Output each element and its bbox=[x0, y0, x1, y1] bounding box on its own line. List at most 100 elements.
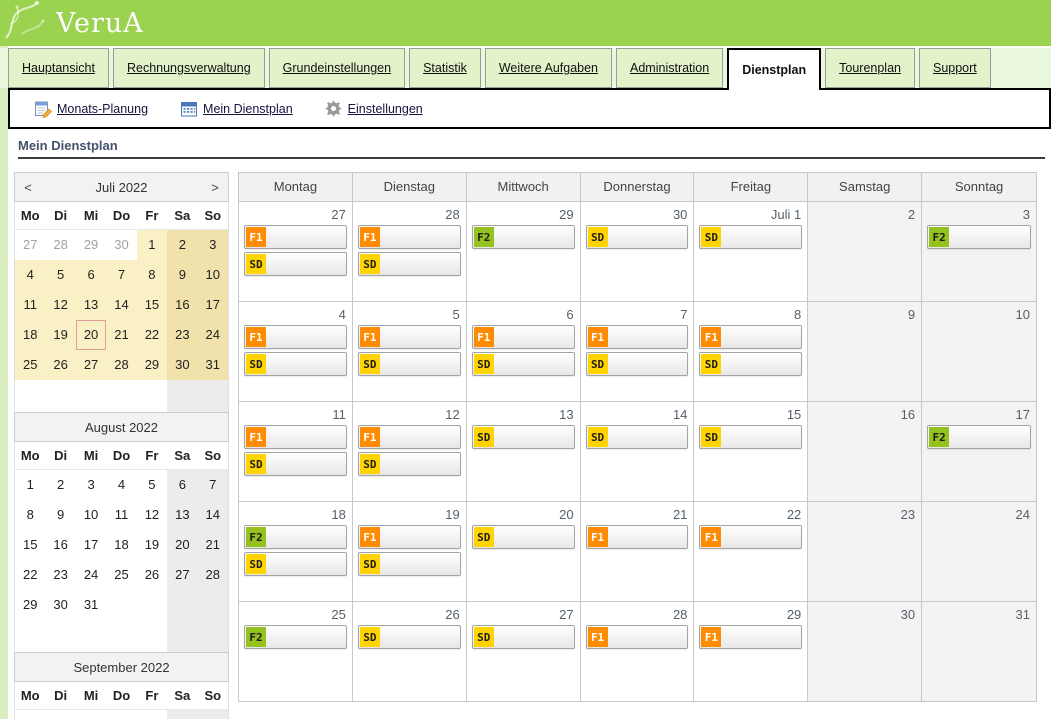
shift-bar-sd[interactable]: SD bbox=[358, 452, 461, 476]
mini-day[interactable]: 18 bbox=[106, 530, 136, 560]
mini-day[interactable]: 1 bbox=[106, 710, 136, 719]
toolbar-link-mein-dienstplan[interactable]: Mein Dienstplan bbox=[180, 100, 293, 118]
toolbar-link-einstellungen[interactable]: Einstellungen bbox=[325, 100, 423, 118]
mini-day[interactable]: 12 bbox=[45, 290, 75, 320]
tab-rechnungsverwaltung[interactable]: Rechnungsverwaltung bbox=[113, 48, 265, 88]
tab-tourenplan[interactable]: Tourenplan bbox=[825, 48, 915, 88]
mini-day[interactable]: 10 bbox=[76, 500, 106, 530]
shift-bar-f1[interactable]: F1 bbox=[358, 225, 461, 249]
mini-day[interactable]: 29 bbox=[76, 230, 106, 260]
mini-day[interactable]: 20 bbox=[76, 320, 106, 350]
tab-grundeinstellungen[interactable]: Grundeinstellungen bbox=[269, 48, 405, 88]
mini-day[interactable]: 13 bbox=[76, 290, 106, 320]
shift-bar-sd[interactable]: SD bbox=[699, 225, 802, 249]
mini-day[interactable]: 4 bbox=[15, 260, 45, 290]
mini-day[interactable]: 27 bbox=[76, 350, 106, 380]
tab-statistik[interactable]: Statistik bbox=[409, 48, 481, 88]
mini-day[interactable]: 29 bbox=[15, 590, 45, 620]
mini-day[interactable]: 28 bbox=[198, 560, 228, 590]
mini-day[interactable]: 5 bbox=[45, 260, 75, 290]
shift-bar-sd[interactable]: SD bbox=[244, 452, 347, 476]
shift-bar-sd[interactable]: SD bbox=[472, 625, 575, 649]
mini-day[interactable]: 15 bbox=[137, 290, 167, 320]
mini-day[interactable]: 4 bbox=[198, 710, 228, 719]
shift-bar-sd[interactable]: SD bbox=[586, 225, 689, 249]
shift-bar-f1[interactable]: F1 bbox=[244, 425, 347, 449]
mini-day[interactable]: 3 bbox=[167, 710, 197, 719]
tab-weitere-aufgaben[interactable]: Weitere Aufgaben bbox=[485, 48, 612, 88]
mini-day[interactable]: 31 bbox=[198, 350, 228, 380]
shift-bar-sd[interactable]: SD bbox=[586, 425, 689, 449]
mini-day[interactable]: 1 bbox=[15, 470, 45, 500]
toolbar-link-monats-planung[interactable]: Monats-Planung bbox=[34, 100, 148, 118]
prev-month-arrow[interactable]: < bbox=[15, 180, 41, 195]
tab-administration[interactable]: Administration bbox=[616, 48, 723, 88]
mini-day[interactable]: 3 bbox=[76, 470, 106, 500]
mini-day[interactable]: 11 bbox=[106, 500, 136, 530]
shift-bar-f1[interactable]: F1 bbox=[358, 425, 461, 449]
mini-day[interactable]: 1 bbox=[137, 230, 167, 260]
mini-day[interactable]: 31 bbox=[76, 590, 106, 620]
mini-day[interactable]: 25 bbox=[15, 350, 45, 380]
mini-day[interactable]: 23 bbox=[167, 320, 197, 350]
shift-bar-f1[interactable]: F1 bbox=[699, 625, 802, 649]
shift-bar-f1[interactable]: F1 bbox=[358, 325, 461, 349]
shift-bar-f1[interactable]: F1 bbox=[699, 525, 802, 549]
mini-day[interactable]: 14 bbox=[106, 290, 136, 320]
mini-day[interactable]: 28 bbox=[45, 230, 75, 260]
mini-day[interactable]: 10 bbox=[198, 260, 228, 290]
mini-day[interactable]: 26 bbox=[45, 350, 75, 380]
shift-bar-f1[interactable]: F1 bbox=[244, 225, 347, 249]
shift-bar-sd[interactable]: SD bbox=[472, 352, 575, 376]
mini-day[interactable]: 17 bbox=[198, 290, 228, 320]
mini-day[interactable]: 8 bbox=[15, 500, 45, 530]
shift-bar-f1[interactable]: F1 bbox=[586, 325, 689, 349]
shift-bar-sd[interactable]: SD bbox=[244, 252, 347, 276]
shift-bar-sd[interactable]: SD bbox=[472, 525, 575, 549]
mini-day[interactable]: 22 bbox=[137, 320, 167, 350]
mini-day[interactable]: 30 bbox=[45, 590, 75, 620]
mini-day[interactable]: 21 bbox=[106, 320, 136, 350]
mini-day[interactable]: 3 bbox=[198, 230, 228, 260]
mini-day[interactable]: 30 bbox=[167, 350, 197, 380]
mini-day[interactable]: 30 bbox=[106, 230, 136, 260]
mini-day[interactable]: 15 bbox=[15, 530, 45, 560]
shift-bar-f2[interactable]: F2 bbox=[472, 225, 575, 249]
shift-bar-sd[interactable]: SD bbox=[358, 352, 461, 376]
mini-day[interactable]: 20 bbox=[167, 530, 197, 560]
mini-day[interactable]: 16 bbox=[167, 290, 197, 320]
tab-support[interactable]: Support bbox=[919, 48, 991, 88]
mini-day[interactable]: 13 bbox=[167, 500, 197, 530]
shift-bar-f1[interactable]: F1 bbox=[358, 525, 461, 549]
shift-bar-sd[interactable]: SD bbox=[472, 425, 575, 449]
shift-bar-sd[interactable]: SD bbox=[358, 252, 461, 276]
shift-bar-sd[interactable]: SD bbox=[244, 552, 347, 576]
mini-day[interactable]: 21 bbox=[198, 530, 228, 560]
mini-day[interactable]: 28 bbox=[106, 350, 136, 380]
mini-day[interactable]: 14 bbox=[198, 500, 228, 530]
mini-day[interactable]: 12 bbox=[137, 500, 167, 530]
tab-dienstplan[interactable]: Dienstplan bbox=[727, 48, 821, 90]
shift-bar-f2[interactable]: F2 bbox=[244, 625, 347, 649]
shift-bar-f1[interactable]: F1 bbox=[244, 325, 347, 349]
mini-day[interactable]: 4 bbox=[106, 470, 136, 500]
mini-day[interactable]: 25 bbox=[106, 560, 136, 590]
mini-day[interactable]: 17 bbox=[76, 530, 106, 560]
shift-bar-sd[interactable]: SD bbox=[699, 425, 802, 449]
mini-day[interactable]: 9 bbox=[45, 500, 75, 530]
mini-day[interactable]: 24 bbox=[76, 560, 106, 590]
shift-bar-sd[interactable]: SD bbox=[586, 352, 689, 376]
shift-bar-f1[interactable]: F1 bbox=[586, 625, 689, 649]
shift-bar-f2[interactable]: F2 bbox=[244, 525, 347, 549]
mini-day[interactable]: 16 bbox=[45, 530, 75, 560]
shift-bar-f1[interactable]: F1 bbox=[699, 325, 802, 349]
mini-day[interactable]: 27 bbox=[15, 230, 45, 260]
mini-day[interactable]: 29 bbox=[137, 350, 167, 380]
shift-bar-sd[interactable]: SD bbox=[358, 625, 461, 649]
shift-bar-f1[interactable]: F1 bbox=[586, 525, 689, 549]
mini-day[interactable]: 18 bbox=[15, 320, 45, 350]
shift-bar-sd[interactable]: SD bbox=[358, 552, 461, 576]
mini-day[interactable]: 19 bbox=[137, 530, 167, 560]
mini-day[interactable]: 9 bbox=[167, 260, 197, 290]
mini-day[interactable]: 2 bbox=[167, 230, 197, 260]
